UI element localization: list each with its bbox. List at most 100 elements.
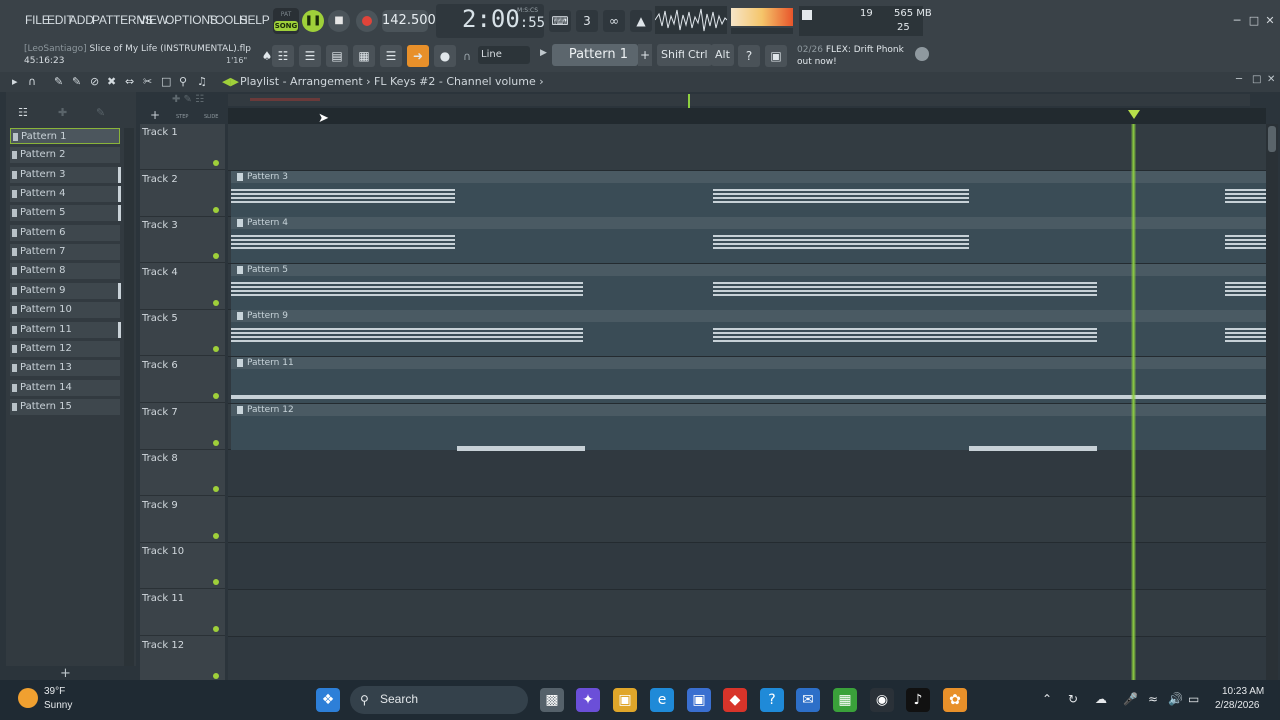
tray-sync-icon[interactable]: ↻ [1068, 692, 1078, 706]
piano-roll-icon[interactable]: ▤ [326, 45, 348, 67]
delete-tool-icon[interactable]: ⊘ [90, 75, 99, 88]
browser-icon[interactable]: ▦ [353, 45, 375, 67]
track-header[interactable]: Track 10 [140, 543, 225, 590]
track-mute-led[interactable] [213, 579, 219, 586]
track-header[interactable]: Track 6 [140, 357, 225, 403]
picker-item[interactable]: Pattern 4 [10, 186, 120, 203]
picker-item[interactable]: Pattern 5 [10, 205, 120, 222]
track-lane[interactable] [228, 590, 1266, 637]
track-mute-led[interactable] [213, 486, 219, 493]
plugin-picker-icon[interactable]: ➜ [407, 45, 429, 67]
news-panel[interactable]: 02/26 FLEX: Drift Phonk out now! [797, 44, 909, 68]
pattern-clip[interactable]: Pattern 3 [231, 170, 1269, 217]
wait-input-icon[interactable]: ∞ [603, 10, 625, 32]
file-explorer-icon[interactable]: ▣ [613, 688, 637, 712]
taskbar-search-box[interactable] [350, 686, 528, 714]
picker-item[interactable]: Pattern 12 [10, 340, 120, 357]
menu-file[interactable]: FILE [25, 13, 50, 27]
fl-studio-icon[interactable]: ✿ [943, 688, 967, 712]
picker-add-icon[interactable]: + [60, 666, 71, 681]
track-mute-led[interactable] [213, 206, 219, 213]
track-header[interactable]: Track 11 [140, 590, 225, 636]
track-mute-led[interactable] [213, 160, 219, 166]
close-icon[interactable]: ✕ [1263, 14, 1277, 28]
maximize-icon[interactable]: □ [1247, 14, 1261, 28]
volume-icon[interactable]: 🔊 [1168, 692, 1183, 706]
tray-mic-icon[interactable]: 🎤 [1123, 692, 1138, 706]
arrangement-arrows-icon[interactable]: ◀▶ [222, 75, 239, 88]
tray-cloud-icon[interactable]: ☁ [1095, 692, 1107, 706]
snap-magnet-icon[interactable]: ∩ [28, 75, 36, 88]
zoom-tool-icon[interactable]: ⚲ [179, 75, 187, 88]
picker-automation-icon[interactable]: ✎ [96, 106, 105, 119]
battery-icon[interactable]: ▭ [1188, 692, 1199, 706]
windows-start-icon[interactable]: ❖ [316, 688, 340, 712]
picker-audio-icon[interactable]: ✚ [58, 106, 67, 119]
store-icon[interactable]: ▣ [687, 688, 711, 712]
help-icon[interactable]: ? [760, 688, 784, 712]
playlist-vertical-scrollbar[interactable] [1266, 124, 1278, 680]
track-header[interactable]: Track 3 [140, 217, 225, 264]
draw-tool-icon[interactable]: ✎ [54, 75, 63, 88]
picker-patterns-icon[interactable]: ☷ [18, 106, 28, 119]
track-mute-led[interactable] [213, 253, 219, 260]
track-mute-led[interactable] [213, 672, 219, 679]
minecraft-icon[interactable]: ▦ [833, 688, 857, 712]
track-lane[interactable] [228, 543, 1266, 590]
step-edit-icon[interactable]: 3 [576, 10, 598, 32]
track-header[interactable]: Track 4 [140, 264, 225, 310]
add-pattern-button[interactable]: + [638, 44, 652, 66]
play-pattern-icon[interactable]: ▶ [540, 48, 547, 58]
globe-icon[interactable] [915, 47, 929, 61]
ctrl-key-button[interactable]: Ctrl [684, 44, 712, 66]
picker-item[interactable]: Pattern 3 [10, 166, 120, 183]
picker-item[interactable]: Pattern 15 [10, 398, 120, 415]
picker-item[interactable]: Pattern 2 [10, 147, 120, 164]
track-mute-led[interactable] [213, 346, 219, 353]
record-button[interactable] [356, 10, 378, 32]
track-mute-led[interactable] [213, 626, 219, 632]
track-mute-led[interactable] [213, 299, 219, 306]
track-header[interactable]: Track 9 [140, 497, 225, 543]
playlist-menu-arrow-icon[interactable]: ▸ [12, 75, 18, 88]
add-track-icon[interactable]: + [150, 108, 160, 122]
automation-clip[interactable] [457, 446, 585, 451]
typing-keyboard-icon[interactable]: ⌨ [549, 10, 571, 32]
timeline-ruler[interactable] [228, 108, 1266, 124]
track-header[interactable]: Track 1 [140, 124, 225, 170]
playback-tool-icon[interactable]: ♫ [197, 75, 207, 88]
track-header[interactable]: Track 12 [140, 637, 225, 683]
clock-time[interactable]: 10:23 AM [1222, 686, 1264, 697]
obs-icon[interactable]: ◉ [870, 688, 894, 712]
pattern-select[interactable]: Pattern 1 [552, 44, 638, 66]
track-lane[interactable] [228, 636, 1266, 684]
edge-icon[interactable]: e [650, 688, 674, 712]
pattern-clip[interactable]: Pattern 4 [231, 217, 1269, 264]
metronome-icon[interactable]: ▲ [630, 10, 652, 32]
picker-item[interactable]: Pattern 9 [10, 282, 120, 299]
weather-temperature[interactable]: 39°F [44, 686, 65, 697]
task-view-icon[interactable]: ▩ [540, 688, 564, 712]
picker-item[interactable]: Pattern 8 [10, 263, 120, 280]
picker-scrollbar[interactable] [124, 128, 134, 666]
clock-date[interactable]: 2/28/2026 [1215, 700, 1260, 711]
snap-select[interactable]: Line [478, 46, 530, 64]
paint-tool-icon[interactable]: ✎ [72, 75, 81, 88]
picker-item[interactable]: Pattern 7 [10, 244, 120, 261]
app-red-diamond-icon[interactable]: ◆ [723, 688, 747, 712]
track-lane[interactable] [228, 450, 1266, 497]
track-header[interactable]: Track 7 [140, 404, 225, 450]
track-lane[interactable] [228, 124, 1266, 171]
tiktok-icon[interactable]: ♪ [906, 688, 930, 712]
picker-item[interactable]: Pattern 14 [10, 379, 120, 396]
copilot-icon[interactable]: ✦ [576, 688, 600, 712]
track-header[interactable]: Track 2 [140, 171, 225, 217]
weather-sun-icon[interactable] [18, 688, 38, 708]
weather-description[interactable]: Sunny [44, 700, 72, 711]
picker-item[interactable]: Pattern 13 [10, 360, 120, 377]
playlist-icon[interactable]: ☷ [272, 45, 294, 67]
stop-button[interactable]: ■ [328, 10, 350, 32]
playlist-breadcrumb[interactable]: Playlist - Arrangement › FL Keys #2 - Ch… [240, 75, 544, 88]
picker-item[interactable]: Pattern 10 [10, 302, 120, 319]
picker-item[interactable]: Pattern 1 [10, 128, 120, 144]
